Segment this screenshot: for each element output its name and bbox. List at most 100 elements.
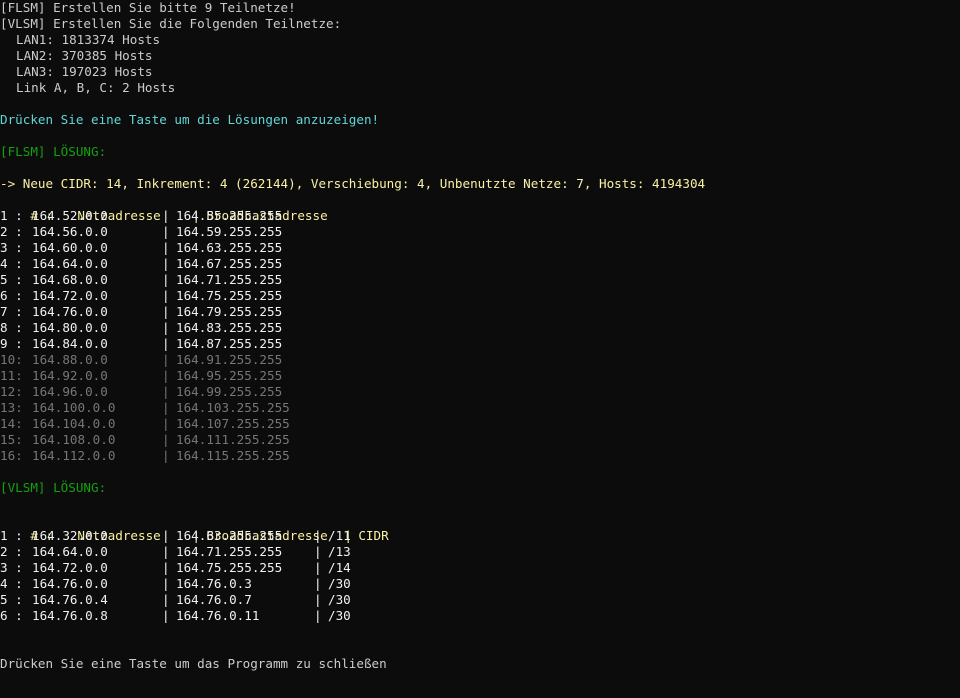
row-broadcast-address: 164.87.255.255 bbox=[176, 336, 283, 351]
row-net-address: 164.32.0.0 bbox=[32, 528, 108, 543]
vlsm-table-row: 4 : 164.76.0.0 | 164.76.0.3 | /30 bbox=[0, 576, 960, 592]
row-cidr: /13 bbox=[328, 544, 351, 559]
row-index: 10: bbox=[0, 352, 31, 367]
row-cidr: /30 bbox=[328, 608, 351, 623]
row-index: 6 : bbox=[0, 608, 31, 623]
row-separator: | bbox=[314, 592, 322, 607]
row-cidr: /30 bbox=[328, 576, 351, 591]
row-index: 13: bbox=[0, 400, 31, 415]
vlsm-table-header: # : Netzadresse | Broadcastadresse | CIDR bbox=[0, 512, 960, 543]
row-index: 5 : bbox=[0, 272, 31, 287]
flsm-table-row: 4 : 164.64.0.0 | 164.67.255.255 bbox=[0, 256, 960, 272]
vlsm-table-row: 3 : 164.72.0.0 | 164.75.255.255 | /14 bbox=[0, 560, 960, 576]
row-cidr: /11 bbox=[328, 528, 351, 543]
row-net-address: 164.60.0.0 bbox=[32, 240, 108, 255]
lan1-line: LAN1: 1813374 Hosts bbox=[16, 32, 161, 47]
row-cidr: /30 bbox=[328, 592, 351, 607]
flsm-table-row: 9 : 164.84.0.0 | 164.87.255.255 bbox=[0, 336, 960, 352]
row-broadcast-address: 164.76.0.11 bbox=[176, 608, 260, 623]
flsm-table-row: 14: 164.104.0.0 | 164.107.255.255 bbox=[0, 416, 960, 432]
row-separator: | bbox=[162, 240, 170, 255]
row-net-address: 164.92.0.0 bbox=[32, 368, 108, 383]
row-broadcast-address: 164.55.255.255 bbox=[176, 208, 283, 223]
row-separator: | bbox=[162, 336, 170, 351]
flsm-table-row: 12: 164.96.0.0 | 164.99.255.255 bbox=[0, 384, 960, 400]
vlsm-table-row: 1 : 164.32.0.0 | 164.63.255.255 | /11 bbox=[0, 528, 960, 544]
row-separator: | bbox=[162, 432, 170, 447]
row-index: 14: bbox=[0, 416, 31, 431]
row-net-address: 164.100.0.0 bbox=[32, 400, 116, 415]
row-broadcast-address: 164.75.255.255 bbox=[176, 288, 283, 303]
console-window[interactable]: [FLSM] Erstellen Sie bitte 9 Teilnetze! … bbox=[0, 0, 960, 698]
row-separator: | bbox=[314, 560, 322, 575]
row-index: 1 : bbox=[0, 528, 31, 543]
row-separator: | bbox=[162, 608, 170, 623]
row-broadcast-address: 164.76.0.7 bbox=[176, 592, 252, 607]
row-broadcast-address: 164.95.255.255 bbox=[176, 368, 283, 383]
row-separator: | bbox=[162, 224, 170, 239]
lan2-line: LAN2: 370385 Hosts bbox=[16, 48, 153, 63]
flsm-table-row: 6 : 164.72.0.0 | 164.75.255.255 bbox=[0, 288, 960, 304]
row-broadcast-address: 164.63.255.255 bbox=[176, 528, 283, 543]
row-net-address: 164.64.0.0 bbox=[32, 544, 108, 559]
row-net-address: 164.76.0.8 bbox=[32, 608, 108, 623]
row-separator: | bbox=[162, 400, 170, 415]
row-index: 3 : bbox=[0, 560, 31, 575]
row-separator: | bbox=[162, 416, 170, 431]
vlsm-table-body: 1 : 164.32.0.0 | 164.63.255.255 |/11 2 : 164… bbox=[0, 528, 960, 624]
row-net-address: 164.52.0.0 bbox=[32, 208, 108, 223]
links-line: Link A, B, C: 2 Hosts bbox=[16, 80, 176, 95]
row-net-address: 164.56.0.0 bbox=[32, 224, 108, 239]
row-index: 2 : bbox=[0, 224, 31, 239]
flsm-solution-title: [FLSM] LÖSUNG: bbox=[0, 144, 107, 159]
row-broadcast-address: 164.75.255.255 bbox=[176, 560, 283, 575]
row-index: 3 : bbox=[0, 240, 31, 255]
row-separator: | bbox=[162, 288, 170, 303]
row-index: 7 : bbox=[0, 304, 31, 319]
row-separator: | bbox=[162, 208, 170, 223]
vlsm-table-row: 2 : 164.64.0.0 | 164.71.255.255 | /13 bbox=[0, 544, 960, 560]
row-net-address: 164.104.0.0 bbox=[32, 416, 116, 431]
row-separator: | bbox=[162, 576, 170, 591]
row-broadcast-address: 164.79.255.255 bbox=[176, 304, 283, 319]
flsm-table-row: 11: 164.92.0.0 | 164.95.255.255 bbox=[0, 368, 960, 384]
row-broadcast-address: 164.91.255.255 bbox=[176, 352, 283, 367]
row-separator: | bbox=[162, 272, 170, 287]
row-index: 15: bbox=[0, 432, 31, 447]
row-index: 4 : bbox=[0, 576, 31, 591]
row-cidr: /14 bbox=[328, 560, 351, 575]
row-net-address: 164.76.0.0 bbox=[32, 304, 108, 319]
row-broadcast-address: 164.103.255.255 bbox=[176, 400, 290, 415]
row-broadcast-address: 164.107.255.255 bbox=[176, 416, 290, 431]
flsm-table-row: 1 : 164.52.0.0 | 164.55.255.255 bbox=[0, 208, 960, 224]
flsm-table-row: 3 : 164.60.0.0 | 164.63.255.255 bbox=[0, 240, 960, 256]
row-separator: | bbox=[314, 576, 322, 591]
row-index: 9 : bbox=[0, 336, 31, 351]
flsm-table-row: 5 : 164.68.0.0 | 164.71.255.255 bbox=[0, 272, 960, 288]
row-separator: | bbox=[314, 544, 322, 559]
flsm-table-row: 13: 164.100.0.0 | 164.103.255.255 bbox=[0, 400, 960, 416]
row-broadcast-address: 164.76.0.3 bbox=[176, 576, 252, 591]
vlsm-header-cidr: CIDR bbox=[358, 528, 389, 543]
row-index: 12: bbox=[0, 384, 31, 399]
row-separator: | bbox=[162, 352, 170, 367]
row-broadcast-address: 164.59.255.255 bbox=[176, 224, 283, 239]
flsm-table-row: 8 : 164.80.0.0 | 164.83.255.255 bbox=[0, 320, 960, 336]
row-net-address: 164.84.0.0 bbox=[32, 336, 108, 351]
row-separator: | bbox=[162, 304, 170, 319]
row-index: 4 : bbox=[0, 256, 31, 271]
flsm-table-row: 10: 164.88.0.0 | 164.91.255.255 bbox=[0, 352, 960, 368]
row-index: 1 : bbox=[0, 208, 31, 223]
flsm-info-line: -> Neue CIDR: 14, Inkrement: 4 (262144),… bbox=[0, 176, 706, 191]
row-separator: | bbox=[314, 528, 322, 543]
row-separator: | bbox=[162, 320, 170, 335]
flsm-table-row: 16: 164.112.0.0 | 164.115.255.255 bbox=[0, 448, 960, 464]
row-net-address: 164.96.0.0 bbox=[32, 384, 108, 399]
row-net-address: 164.108.0.0 bbox=[32, 432, 116, 447]
row-broadcast-address: 164.67.255.255 bbox=[176, 256, 283, 271]
row-separator: | bbox=[162, 368, 170, 383]
